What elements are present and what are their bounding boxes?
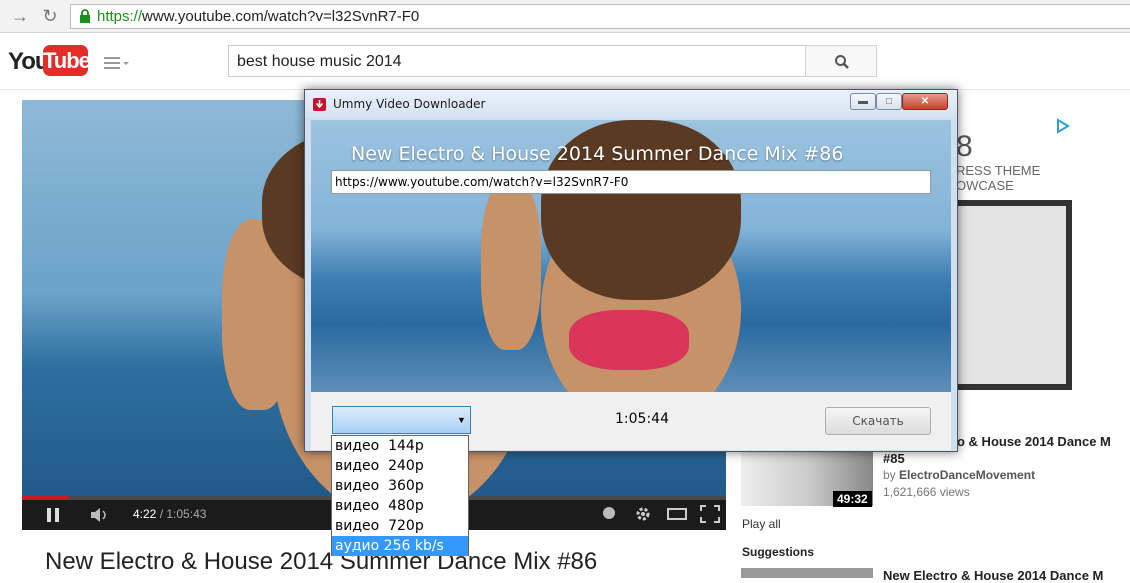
format-dropdown[interactable]: ▼ [332, 406, 471, 434]
close-button[interactable]: ✕ [902, 93, 948, 110]
theater-mode-icon[interactable] [667, 508, 687, 520]
player-time: 4:22 / 1:05:43 [133, 507, 207, 521]
url-input[interactable]: https://www.youtube.com/watch?v=l32SvnR7… [331, 170, 931, 194]
youtube-header: You Tube best house music 2014 [0, 34, 1130, 90]
progress-fill [22, 496, 69, 500]
browser-toolbar: → ↻ https://www.youtube.com/watch?v=l32S… [0, 0, 1130, 33]
annotations-icon[interactable] [603, 507, 615, 519]
window-titlebar[interactable]: Ummy Video Downloader ▬ □ ✕ [305, 90, 957, 118]
video-title-label: New Electro & House 2014 Summer Dance Mi… [351, 143, 844, 165]
download-app-icon [313, 98, 326, 111]
related-video-channel: by ElectroDanceMovement [883, 468, 1035, 482]
fullscreen-icon[interactable] [700, 505, 720, 523]
preview-swimsuit [569, 310, 689, 370]
video-preview-banner: New Electro & House 2014 Summer Dance Mi… [311, 120, 951, 392]
suggestions-heading: Suggestions [742, 545, 815, 559]
format-option-audio-256[interactable]: аудио 256 kb/s [332, 536, 468, 556]
ad-text-line-1: RESS THEME [956, 163, 1041, 178]
current-time: 4:22 [133, 507, 157, 521]
suggestion-title[interactable]: New Electro & House 2014 Dance M [883, 568, 1103, 583]
video-title: New Electro & House 2014 Summer Dance Mi… [45, 548, 598, 575]
preview-arm [481, 180, 541, 350]
format-option-480p[interactable]: видео 480p [332, 496, 468, 516]
window-title: Ummy Video Downloader [333, 97, 486, 111]
ad-text: RESS THEME OWCASE [956, 163, 1040, 193]
youtube-logo-tube[interactable]: Tube [43, 45, 91, 76]
related-video-number[interactable]: #85 [883, 451, 905, 466]
format-option-240p[interactable]: видео 240p [332, 456, 468, 476]
format-option-360p[interactable]: видео 360p [332, 476, 468, 496]
related-video-title[interactable]: o & House 2014 Dance M [957, 434, 1111, 449]
volume-icon[interactable] [90, 507, 112, 523]
ad-text-number: 8 [956, 130, 973, 163]
related-video-duration: 49:32 [833, 491, 872, 507]
related-video-views: 1,621,666 views [883, 485, 970, 499]
guide-menu-icon[interactable] [104, 56, 130, 70]
chevron-down-icon: ▼ [457, 415, 466, 425]
play-all-link[interactable]: Play all [742, 517, 781, 531]
lock-icon [80, 9, 90, 23]
by-label: by [883, 468, 900, 482]
settings-gear-icon[interactable] [634, 505, 652, 523]
download-arrow-icon [315, 100, 324, 109]
format-option-144p[interactable]: видео 144p [332, 436, 468, 456]
pause-icon[interactable] [46, 507, 60, 523]
reload-icon[interactable]: ↻ [38, 5, 62, 27]
total-time: 1:05:43 [166, 507, 207, 521]
minimize-button[interactable]: ▬ [850, 93, 876, 110]
url-path: www.youtube.com/watch?v=l32SvnR7-F0 [142, 8, 420, 25]
url-scheme: https:// [97, 8, 143, 25]
search-input[interactable]: best house music 2014 [228, 45, 806, 77]
format-option-720p[interactable]: видео 720p [332, 516, 468, 536]
channel-name[interactable]: ElectroDanceMovement [899, 468, 1035, 482]
search-button[interactable] [805, 45, 877, 77]
ummy-downloader-window: Ummy Video Downloader ▬ □ ✕ New Electro … [304, 89, 958, 452]
suggestion-thumbnail[interactable] [741, 568, 873, 578]
url-text: https://www.youtube.com/watch?v=l32SvnR7… [97, 8, 419, 25]
format-options-list: видео 144p видео 240p видео 360p видео 4… [331, 435, 469, 556]
search-icon [835, 55, 849, 69]
ad-text-line-2: OWCASE [956, 178, 1014, 193]
forward-arrow-icon[interactable]: → [8, 5, 32, 27]
adchoices-icon[interactable] [1056, 118, 1070, 134]
address-bar[interactable]: https://www.youtube.com/watch?v=l32SvnR7… [70, 4, 1130, 29]
ad-laptop-image [952, 200, 1072, 390]
video-duration: 1:05:44 [615, 411, 669, 427]
maximize-button[interactable]: □ [876, 93, 902, 110]
download-button[interactable]: Скачать [825, 407, 931, 435]
